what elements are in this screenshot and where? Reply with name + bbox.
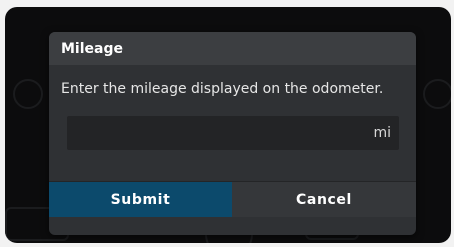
- mileage-dialog: Mileage Enter the mileage displayed on t…: [49, 32, 416, 235]
- dialog-header: Mileage: [49, 32, 416, 65]
- mileage-input[interactable]: mi: [67, 116, 399, 150]
- submit-button[interactable]: Submit: [49, 182, 232, 217]
- dialog-title: Mileage: [61, 40, 123, 57]
- app-screen: Mileage Enter the mileage displayed on t…: [5, 7, 451, 243]
- cancel-button[interactable]: Cancel: [232, 182, 416, 217]
- dialog-message: Enter the mileage displayed on the odome…: [61, 81, 384, 97]
- background-gauge-icon: [13, 79, 43, 109]
- unit-label: mi: [373, 125, 391, 141]
- background-gauge-icon: [423, 79, 451, 109]
